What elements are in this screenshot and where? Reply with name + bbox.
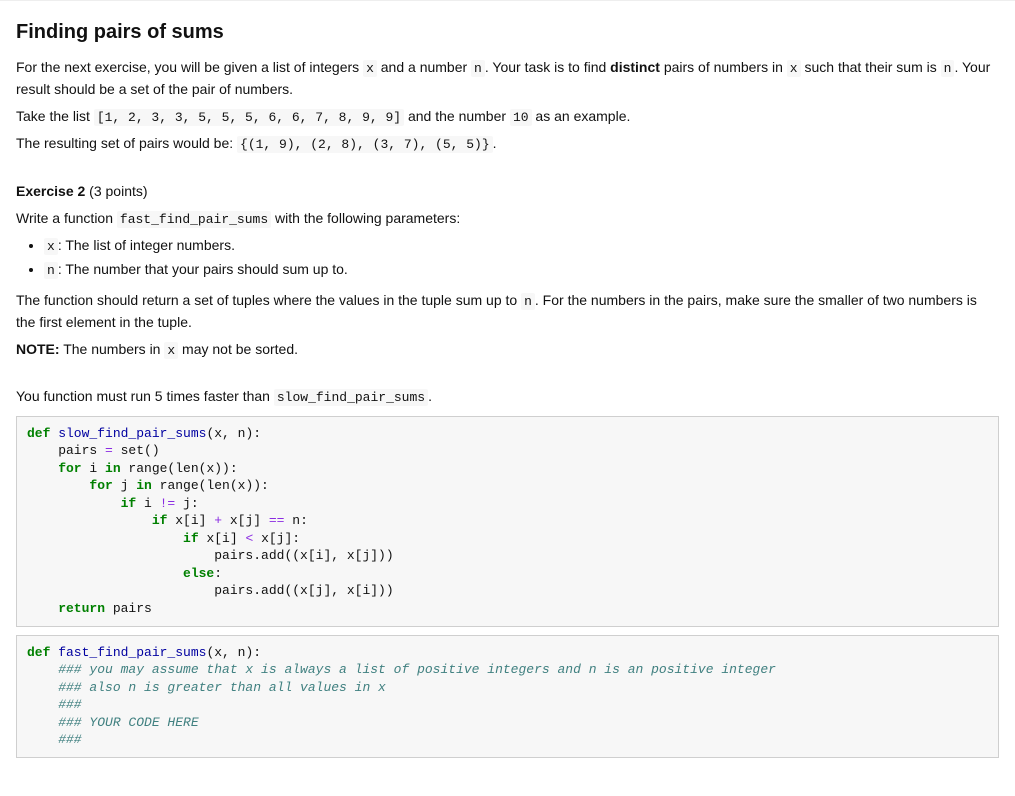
code-n: n — [521, 293, 535, 310]
code-x: x — [164, 342, 178, 359]
example-line-1: Take the list [1, 2, 3, 3, 5, 5, 5, 6, 6… — [16, 106, 999, 128]
code-cell-fast[interactable]: def fast_find_pair_sums(x, n): ### you m… — [16, 635, 999, 758]
bold-distinct: distinct — [610, 59, 660, 75]
exercise-header: Exercise 2 (3 points) — [16, 181, 999, 202]
example-result: {(1, 9), (2, 8), (3, 7), (5, 5)} — [237, 136, 493, 153]
example-line-2: The resulting set of pairs would be: {(1… — [16, 133, 999, 155]
code-x: x — [363, 60, 377, 77]
code-fn-name: fast_find_pair_sums — [117, 211, 271, 228]
param-x: x — [44, 238, 58, 255]
intro-paragraph-1: For the next exercise, you will be given… — [16, 57, 999, 100]
exercise-instruction: Write a function fast_find_pair_sums wit… — [16, 208, 999, 230]
code-slow-fn: slow_find_pair_sums — [274, 389, 428, 406]
section-title: Finding pairs of sums — [16, 17, 999, 47]
param-n: n — [44, 262, 58, 279]
code-cell-slow[interactable]: def slow_find_pair_sums(x, n): pairs = s… — [16, 416, 999, 627]
return-instruction: The function should return a set of tupl… — [16, 290, 999, 333]
code-x: x — [787, 60, 801, 77]
speed-requirement: You function must run 5 times faster tha… — [16, 386, 999, 408]
note-line: NOTE: The numbers in x may not be sorted… — [16, 339, 999, 361]
list-item: x: The list of integer numbers. — [44, 235, 999, 257]
example-list: [1, 2, 3, 3, 5, 5, 5, 6, 6, 7, 8, 9, 9] — [94, 109, 404, 126]
code-n: n — [471, 60, 485, 77]
parameter-list: x: The list of integer numbers. n: The n… — [16, 235, 999, 280]
example-number: 10 — [510, 109, 532, 126]
list-item: n: The number that your pairs should sum… — [44, 259, 999, 281]
code-n: n — [941, 60, 955, 77]
